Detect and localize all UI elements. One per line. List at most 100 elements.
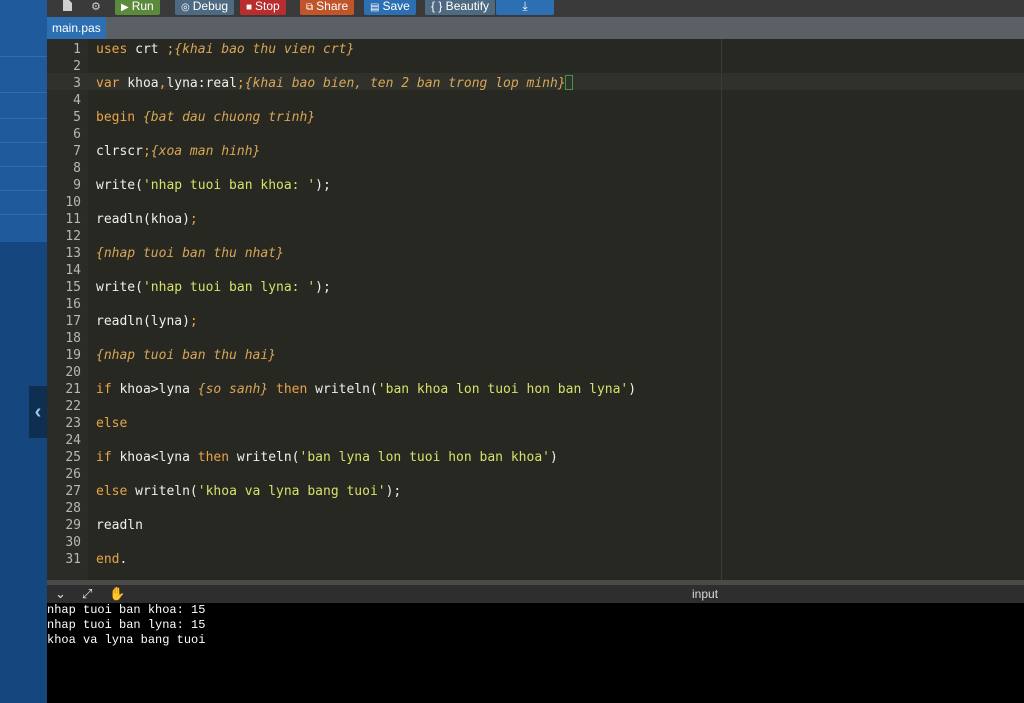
code-line[interactable]: 30 — [47, 534, 1024, 551]
file-icon — [63, 0, 72, 11]
line-number: 5 — [73, 110, 81, 125]
code-token: readln(khoa) — [96, 212, 190, 227]
code-line[interactable]: 16 — [47, 296, 1024, 313]
new-file-button[interactable] — [57, 0, 78, 15]
code-line[interactable]: 11 readln(khoa); — [47, 211, 1024, 228]
code-token: ) — [549, 450, 558, 465]
code-line[interactable]: 14 — [47, 262, 1024, 279]
code-line[interactable]: 6 — [47, 126, 1024, 143]
code-token: {khai bao bien, ten 2 ban trong lop minh… — [244, 76, 566, 91]
line-code: begin {bat dau chuong trinh} — [96, 109, 315, 126]
debug-button[interactable]: ◎ Debug — [175, 0, 235, 15]
beautify-button[interactable]: { } Beautify — [425, 0, 496, 15]
code-line[interactable]: 5 begin {bat dau chuong trinh} — [47, 109, 1024, 126]
line-code: clrscr;{xoa man hinh} — [96, 143, 260, 160]
code-line[interactable]: 29 readln — [47, 517, 1024, 534]
code-token: {bat dau chuong trinh} — [142, 110, 316, 125]
code-token: {nhap tuoi ban thu hai} — [96, 348, 277, 363]
code-line[interactable]: 24 — [47, 432, 1024, 449]
code-line[interactable]: 2 — [47, 58, 1024, 75]
sidebar-divider — [0, 56, 47, 57]
code-line[interactable]: 22 — [47, 398, 1024, 415]
code-token: {nhap tuoi ban thu nhat} — [96, 246, 284, 261]
code-token: writeln( — [229, 450, 300, 465]
code-line[interactable]: 19 {nhap tuoi ban thu hai} — [47, 347, 1024, 364]
download-icon: ⤓ — [522, 0, 528, 13]
line-code: uses crt ;{khai bao thu vien crt} — [96, 41, 354, 58]
line-number: 19 — [65, 348, 81, 363]
line-number: 29 — [65, 518, 81, 533]
code-line[interactable]: 28 — [47, 500, 1024, 517]
expand-icon[interactable]: ⤢ — [82, 586, 92, 602]
save-button[interactable]: ▤ Save — [364, 0, 416, 15]
line-number: 30 — [65, 535, 81, 550]
download-button[interactable]: ⤓ — [496, 0, 554, 15]
sidebar-divider — [0, 118, 47, 119]
code-token: {so sanh} — [197, 382, 269, 397]
code-line[interactable]: 18 — [47, 330, 1024, 347]
line-code: {nhap tuoi ban thu hai} — [96, 347, 276, 364]
code-line[interactable]: 1 uses crt ;{khai bao thu vien crt} — [47, 41, 1024, 58]
code-token: readln — [96, 518, 143, 533]
hand-icon[interactable]: ✋ — [109, 586, 125, 602]
code-line[interactable]: 17 readln(lyna); — [47, 313, 1024, 330]
left-sidebar: ‹ — [0, 0, 47, 703]
code-token: var — [96, 76, 120, 91]
run-button[interactable]: ▶ Run — [115, 0, 160, 15]
code-line[interactable]: 25 if khoa<lyna then writeln('ban lyna lo… — [47, 449, 1024, 466]
code-line[interactable]: 31 end. — [47, 551, 1024, 568]
code-token: write( — [96, 280, 143, 295]
chevron-down-icon[interactable]: ⌄ — [55, 586, 66, 602]
code-token: {khai bao thu vien crt} — [174, 42, 355, 57]
code-line[interactable]: 27 else writeln('khoa va lyna bang tuoi')… — [47, 483, 1024, 500]
code-line[interactable]: 26 — [47, 466, 1024, 483]
code-line[interactable]: 7 clrscr;{xoa man hinh} — [47, 143, 1024, 160]
code-token: begin — [96, 110, 136, 125]
code-token: if — [96, 450, 112, 465]
code-token: ); — [315, 178, 331, 193]
sidebar-collapse-button[interactable]: ‹ — [29, 386, 47, 438]
code-editor[interactable]: 1 uses crt ;{khai bao thu vien crt} 2 3 var … — [47, 39, 1024, 580]
share-button[interactable]: ⧉ Share — [300, 0, 355, 15]
file-tab-strip: main.pas — [47, 17, 1024, 39]
code-line[interactable]: 8 — [47, 160, 1024, 177]
code-line[interactable]: 21 if khoa>lyna {so sanh} then writeln('b… — [47, 381, 1024, 398]
code-line[interactable]: 13 {nhap tuoi ban thu nhat} — [47, 245, 1024, 262]
sidebar-divider — [0, 214, 47, 215]
code-line[interactable]: 9 write('nhap tuoi ban khoa: '); — [47, 177, 1024, 194]
code-line[interactable]: 4 — [47, 92, 1024, 109]
file-tab-main[interactable]: main.pas — [47, 17, 106, 39]
code-line[interactable]: 23 else — [47, 415, 1024, 432]
code-line[interactable]: 15 write('nhap tuoi ban lyna: '); — [47, 279, 1024, 296]
output-title: input — [692, 587, 719, 601]
code-token: . — [119, 552, 128, 567]
code-line[interactable]: 20 — [47, 364, 1024, 381]
code-token: clrscr — [96, 144, 143, 159]
code-line[interactable]: 3 var khoa,lyna:real;{khai bao bien, ten … — [47, 75, 1024, 92]
output-console[interactable]: nhap tuoi ban khoa: 15 nhap tuoi ban lyna… — [47, 603, 1024, 703]
code-token: 'khoa va lyna bang tuoi' — [197, 484, 386, 499]
line-number: 27 — [65, 484, 81, 499]
stop-button[interactable]: ■ Stop — [240, 0, 286, 15]
play-icon: ▶ — [121, 2, 129, 13]
code-line[interactable]: 12 — [47, 228, 1024, 245]
code-token: ; — [189, 212, 198, 227]
settings-button[interactable]: ⚙ — [85, 0, 107, 15]
line-number: 8 — [73, 161, 81, 176]
chevron-left-icon: ‹ — [34, 400, 42, 423]
line-code: readln(lyna); — [96, 313, 198, 330]
line-number: 7 — [73, 144, 81, 159]
gear-icon: ⚙ — [91, 1, 101, 13]
line-number: 24 — [65, 433, 81, 448]
line-code: if khoa>lyna {so sanh} then writeln('ban… — [96, 381, 636, 398]
line-code: else — [96, 415, 127, 432]
code-token: ); — [385, 484, 402, 499]
line-number: 3 — [73, 76, 81, 91]
code-token: khoa — [119, 76, 159, 91]
code-line[interactable]: 10 — [47, 194, 1024, 211]
line-code: end. — [96, 551, 127, 568]
line-number: 1 — [73, 42, 81, 57]
line-number: 9 — [73, 178, 81, 193]
